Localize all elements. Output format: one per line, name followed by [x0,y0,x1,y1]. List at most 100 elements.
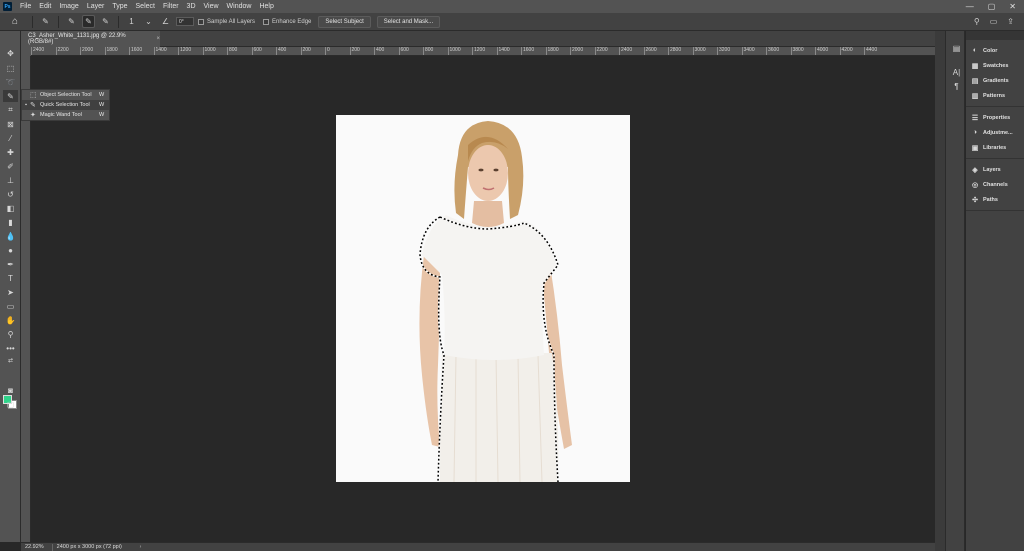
flyout-item-object-selection[interactable]: ⬚ Object Selection Tool W [22,90,109,100]
paths-icon: ✣ [972,196,978,204]
ruler-tick-label: 2600 [643,47,657,55]
magic-wand-icon: ✦ [30,112,36,119]
eyedropper-tool-icon[interactable]: ⁄ [3,132,18,144]
panel-item-channels[interactable]: ◎ Channels [966,177,1024,192]
document-canvas[interactable] [336,115,630,482]
frame-tool-icon[interactable]: ⊠ [3,118,18,130]
menu-image[interactable]: Image [55,3,82,10]
crop-tool-icon[interactable]: ⌗ [3,104,18,116]
maximize-button[interactable]: ▢ [988,2,996,11]
color-icon: ◐ [972,47,978,54]
menu-layer[interactable]: Layer [83,3,109,10]
menu-bar: Ps File Edit Image Layer Type Select Filter 3D V… [0,0,1024,13]
flyout-item-quick-selection[interactable]: ▪ ✎ Quick Selection Tool W [22,100,109,110]
swap-colors-icon[interactable]: ⇄ [3,354,18,366]
angle-input[interactable]: 0° [176,17,194,26]
move-tool-icon[interactable]: ✥ [3,47,18,59]
panel-item-paths[interactable]: ✣ Paths [966,192,1024,207]
healing-brush-icon[interactable]: ✚ [3,146,18,158]
close-tab-icon[interactable]: × [156,36,160,42]
options-bar: ⌂ ✎ ✎ ✎ ✎ 1 ⌄ ∠ 0° Sample All Layers Enh… [0,13,1024,31]
search-icon[interactable]: ⚲ [974,17,980,26]
minimize-button[interactable]: — [966,2,974,11]
ruler-tick-label: 2200 [594,47,608,55]
menu-select[interactable]: Select [132,3,159,10]
quick-selection-icon: ✎ [30,102,36,109]
paragraph-panel-icon[interactable]: ¶ [951,81,962,92]
home-icon[interactable]: ⌂ [8,15,22,29]
libraries-icon: ▣ [971,144,979,152]
canvas-workspace[interactable] [31,56,935,542]
selected-bullet-icon: ▪ [25,102,27,108]
brush-size-picker[interactable]: 1 [125,15,138,28]
chevron-down-icon[interactable]: ⌄ [142,15,155,28]
vertical-scrollbar[interactable] [935,31,945,551]
menu-file[interactable]: File [16,3,35,10]
menu-help[interactable]: Help [255,3,277,10]
blur-tool-icon[interactable]: 💧 [3,230,18,242]
close-window-button[interactable]: ✕ [1009,2,1016,11]
tool-preset-icon[interactable]: ✎ [39,15,52,28]
workspace-icon[interactable]: ▭ [990,17,998,26]
flyout-item-magic-wand[interactable]: ✦ Magic Wand Tool W [22,110,109,120]
zoom-tool-icon[interactable]: ⚲ [3,328,18,340]
enhance-edge-checkbox[interactable]: Enhance Edge [263,18,311,25]
menu-filter[interactable]: Filter [159,3,183,10]
panel-item-properties[interactable]: ☰ Properties [966,110,1024,125]
menu-edit[interactable]: Edit [35,3,55,10]
panel-item-libraries[interactable]: ▣ Libraries [966,140,1024,155]
menu-window[interactable]: Window [223,3,256,10]
panel-item-swatches[interactable]: ▦ Swatches [966,58,1024,73]
type-tool-icon[interactable]: T [3,272,18,284]
subtract-from-selection-icon[interactable]: ✎ [99,15,112,28]
panel-item-label: Color [983,47,998,54]
add-to-selection-icon[interactable]: ✎ [82,15,95,28]
select-subject-button[interactable]: Select Subject [318,15,371,28]
pen-tool-icon[interactable]: ✒ [3,258,18,270]
panel-item-label: Swatches [983,62,1009,69]
ruler-tick-label: 1000 [447,47,461,55]
marquee-tool-icon[interactable]: ⬚ [3,62,18,74]
quick-selection-tool-icon[interactable]: ✎ [3,90,18,102]
new-selection-icon[interactable]: ✎ [65,15,78,28]
vertical-ruler [21,56,31,542]
panel-item-color[interactable]: ◐ Color [966,43,1024,58]
sample-all-layers-checkbox[interactable]: Sample All Layers [198,18,255,25]
more-tools-icon[interactable]: ••• [3,342,18,354]
hand-tool-icon[interactable]: ✋ [3,314,18,326]
document-tab[interactable]: C3_Asher_White_1131.jpg @ 22.9% (RGB/8#)… [21,31,160,47]
dodge-tool-icon[interactable]: ● [3,244,18,256]
lasso-tool-icon[interactable]: ➰ [3,76,18,88]
divider [118,15,119,28]
select-and-mask-button[interactable]: Select and Mask... [376,15,441,28]
swatches-icon: ▦ [971,62,979,70]
path-selection-icon[interactable]: ➤ [3,286,18,298]
panel-item-gradients[interactable]: ▤ Gradients [966,73,1024,88]
layers-panel-group: ◈ Layers ◎ Channels ✣ Paths [966,159,1024,211]
ruler-tick-label: 800 [423,47,433,55]
ruler-tick-label: 0 [325,47,330,55]
clone-stamp-icon[interactable]: ⊥ [3,174,18,186]
panel-item-label: Properties [983,114,1011,121]
panel-item-patterns[interactable]: ▥ Patterns [966,88,1024,103]
menu-3d[interactable]: 3D [183,3,200,10]
history-panel-icon[interactable]: ▤ [951,43,962,54]
screen-mode-icon[interactable]: ▢ [3,398,18,410]
zoom-level[interactable]: 22.92% [25,544,44,550]
eraser-tool-icon[interactable]: ◧ [3,202,18,214]
brush-tool-icon[interactable]: ✐ [3,160,18,172]
menu-type[interactable]: Type [108,3,131,10]
share-icon[interactable]: ⇪ [1007,17,1014,26]
history-brush-icon[interactable]: ↺ [3,188,18,200]
menu-view[interactable]: View [200,3,223,10]
gradient-tool-icon[interactable]: ▮ [3,216,18,228]
rectangle-tool-icon[interactable]: ▭ [3,300,18,312]
panel-item-adjustments[interactable]: ◑ Adjustme... [966,125,1024,140]
panel-item-layers[interactable]: ◈ Layers [966,162,1024,177]
panel-item-label: Adjustme... [983,129,1013,136]
character-panel-icon[interactable]: A| [951,67,962,78]
quick-mask-icon[interactable]: ◙ [3,384,18,396]
ruler-tick-label: 4400 [864,47,877,55]
chevron-right-icon[interactable]: › [140,544,142,550]
document-title: C3_Asher_White_1131.jpg @ 22.9% (RGB/8#) [28,33,126,45]
